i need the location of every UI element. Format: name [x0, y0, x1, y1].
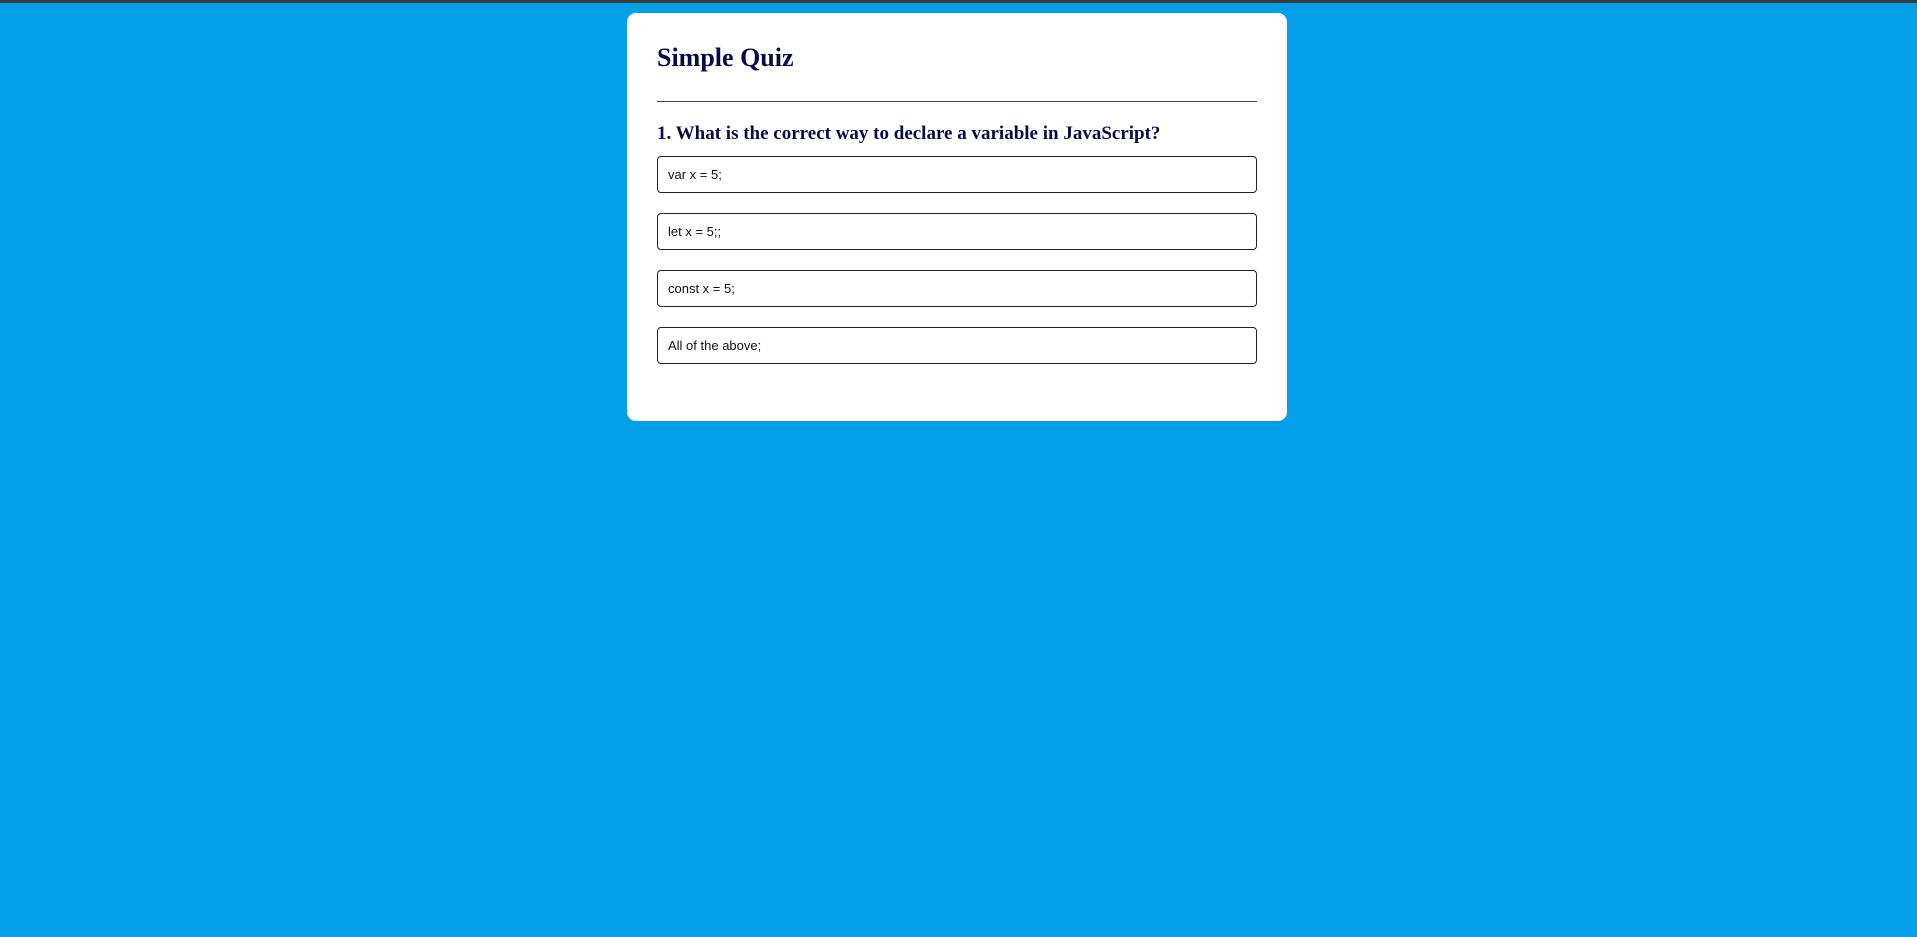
- quiz-card: Simple Quiz 1. What is the correct way t…: [627, 13, 1287, 421]
- answer-option-3[interactable]: const x = 5;: [657, 270, 1257, 307]
- answer-options: var x = 5; let x = 5;; const x = 5; All …: [657, 156, 1257, 364]
- title-divider: [657, 101, 1257, 102]
- top-bar: [0, 0, 1917, 3]
- answer-option-4[interactable]: All of the above;: [657, 327, 1257, 364]
- quiz-title: Simple Quiz: [657, 43, 794, 72]
- answer-option-2[interactable]: let x = 5;;: [657, 213, 1257, 250]
- question-text: 1. What is the correct way to declare a …: [657, 123, 1161, 144]
- answer-option-1[interactable]: var x = 5;: [657, 156, 1257, 193]
